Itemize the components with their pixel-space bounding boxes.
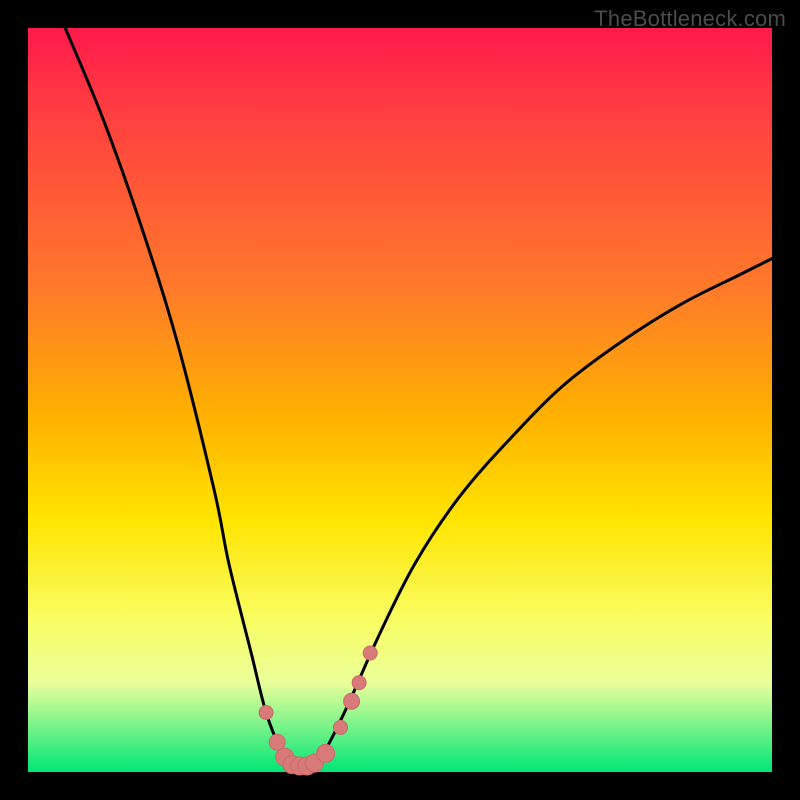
curve-marker: [344, 693, 360, 709]
curve-marker: [352, 676, 366, 690]
curve-marker: [334, 720, 348, 734]
curve-layer: [28, 28, 772, 772]
curve-marker: [363, 646, 377, 660]
curve-marker: [317, 744, 335, 762]
marker-group: [259, 646, 377, 775]
bottleneck-curve: [65, 28, 772, 768]
chart-frame: TheBottleneck.com: [0, 0, 800, 800]
curve-marker: [259, 706, 273, 720]
watermark-text: TheBottleneck.com: [594, 6, 786, 32]
plot-area: [28, 28, 772, 772]
